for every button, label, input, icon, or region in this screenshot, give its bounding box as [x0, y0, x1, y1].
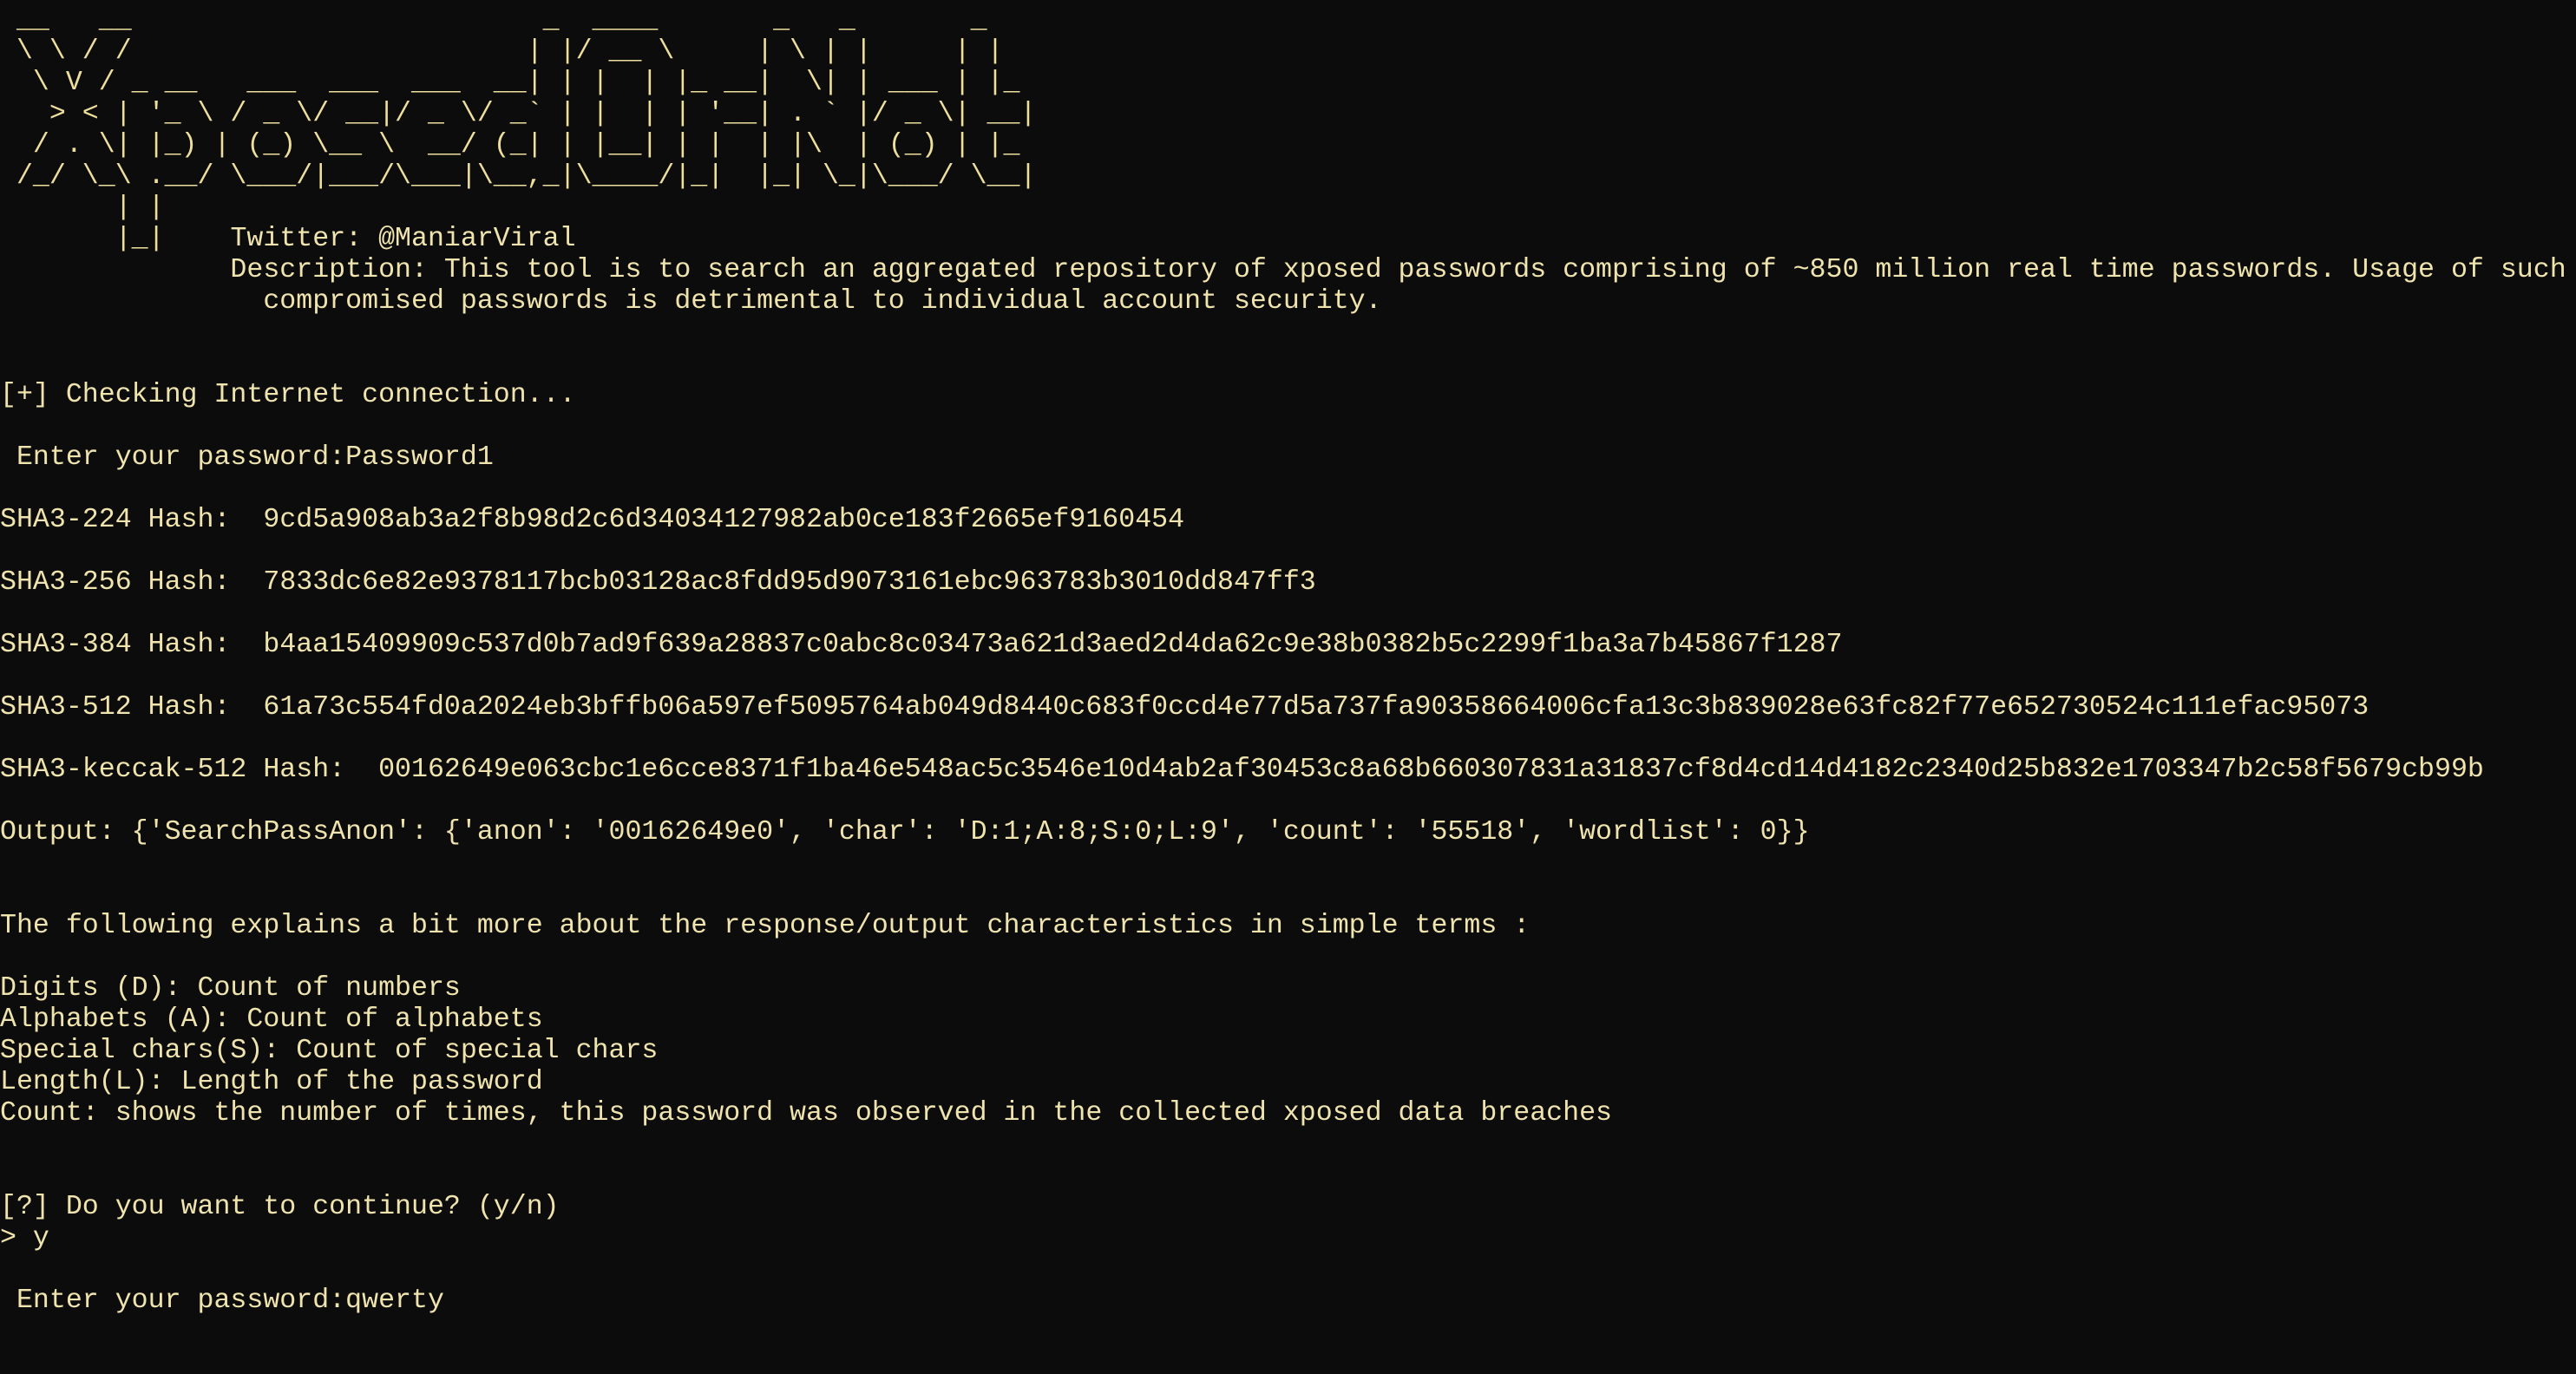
connection-check-status: [+] Checking Internet connection...: [0, 380, 576, 410]
twitter-line: |_| Twitter: @ManiarViral: [0, 224, 2576, 255]
logo-line: | |: [0, 193, 165, 223]
hash-value: 00162649e063cbc1e6cce8371f1ba46e548ac5c3…: [378, 755, 2484, 785]
logo-line: |_|: [0, 224, 231, 254]
explain-line: Alphabets (A): Count of alphabets: [0, 1004, 543, 1035]
hash-label: SHA3-384 Hash:: [0, 630, 264, 660]
hash-line: SHA3-384 Hash: b4aa15409909c537d0b7ad9f6…: [0, 630, 2576, 661]
terminal-window[interactable]: __ __ _ ____ _ _ _ \ \ / / | |/ __ \ | \…: [0, 0, 2576, 1317]
hash-label: SHA3-keccak-512 Hash:: [0, 755, 379, 785]
hash-value: b4aa15409909c537d0b7ad9f639a28837c0abc8c…: [263, 630, 1843, 660]
ascii-logo: __ __ _ ____ _ _ _ \ \ / / | |/ __ \ | \…: [0, 5, 2576, 255]
explain-intro: The following explains a bit more about …: [0, 911, 1531, 941]
password-prompt-input[interactable]: Enter your password:qwerty: [0, 1286, 2576, 1317]
hash-label: SHA3-256 Hash:: [0, 567, 264, 598]
logo-line: > < | '_ \ / _ \/ __|/ _ \/ _` | | | | '…: [0, 99, 1037, 129]
explain-line: Special chars(S): Count of special chars: [0, 1036, 659, 1066]
hash-value: 9cd5a908ab3a2f8b98d2c6d34034127982ab0ce1…: [263, 505, 1185, 535]
logo-line: __ __ _ ____ _ _ _: [0, 5, 987, 36]
hash-label: SHA3-224 Hash:: [0, 505, 264, 535]
description-line: compromised passwords is detrimental to …: [0, 286, 1382, 317]
hash-line: SHA3-keccak-512 Hash: 00162649e063cbc1e6…: [0, 755, 2576, 786]
explain-line: Count: shows the number of times, this p…: [0, 1098, 1613, 1129]
explain-line: Length(L): Length of the password: [0, 1067, 543, 1097]
hash-line: SHA3-256 Hash: 7833dc6e82e9378117bcb0312…: [0, 567, 2576, 599]
password-prompt: Enter your password:Password1: [0, 442, 494, 473]
logo-line: \ V / _ __ ___ ___ ___ __| | | | |_ __| …: [0, 68, 1020, 98]
logo-line: \ \ / / | |/ __ \ | \ | | | |: [0, 36, 1004, 67]
twitter-handle: Twitter: @ManiarViral: [230, 224, 576, 254]
description-line: Description: This tool is to search an a…: [0, 255, 2566, 285]
output-line: Output: {'SearchPassAnon': {'anon': '001…: [0, 817, 1810, 847]
logo-line: / . \| |_) | (_) \__ \ __/ (_| | |__| | …: [0, 130, 1020, 160]
explain-line: Digits (D): Count of numbers: [0, 973, 461, 1004]
continue-answer: > y: [0, 1223, 49, 1253]
hash-line: SHA3-512 Hash: 61a73c554fd0a2024eb3bffb0…: [0, 692, 2576, 723]
logo-line: /_/ \_\ .__/ \___/|___/\___|\__,_|\____/…: [0, 161, 1037, 192]
hash-label: SHA3-512 Hash:: [0, 692, 264, 723]
hash-line: SHA3-224 Hash: 9cd5a908ab3a2f8b98d2c6d34…: [0, 505, 2576, 536]
hash-value: 7833dc6e82e9378117bcb03128ac8fdd95d90731…: [263, 567, 1316, 598]
hash-value: 61a73c554fd0a2024eb3bffb06a597ef5095764a…: [263, 692, 2370, 723]
continue-prompt: [?] Do you want to continue? (y/n): [0, 1192, 560, 1222]
